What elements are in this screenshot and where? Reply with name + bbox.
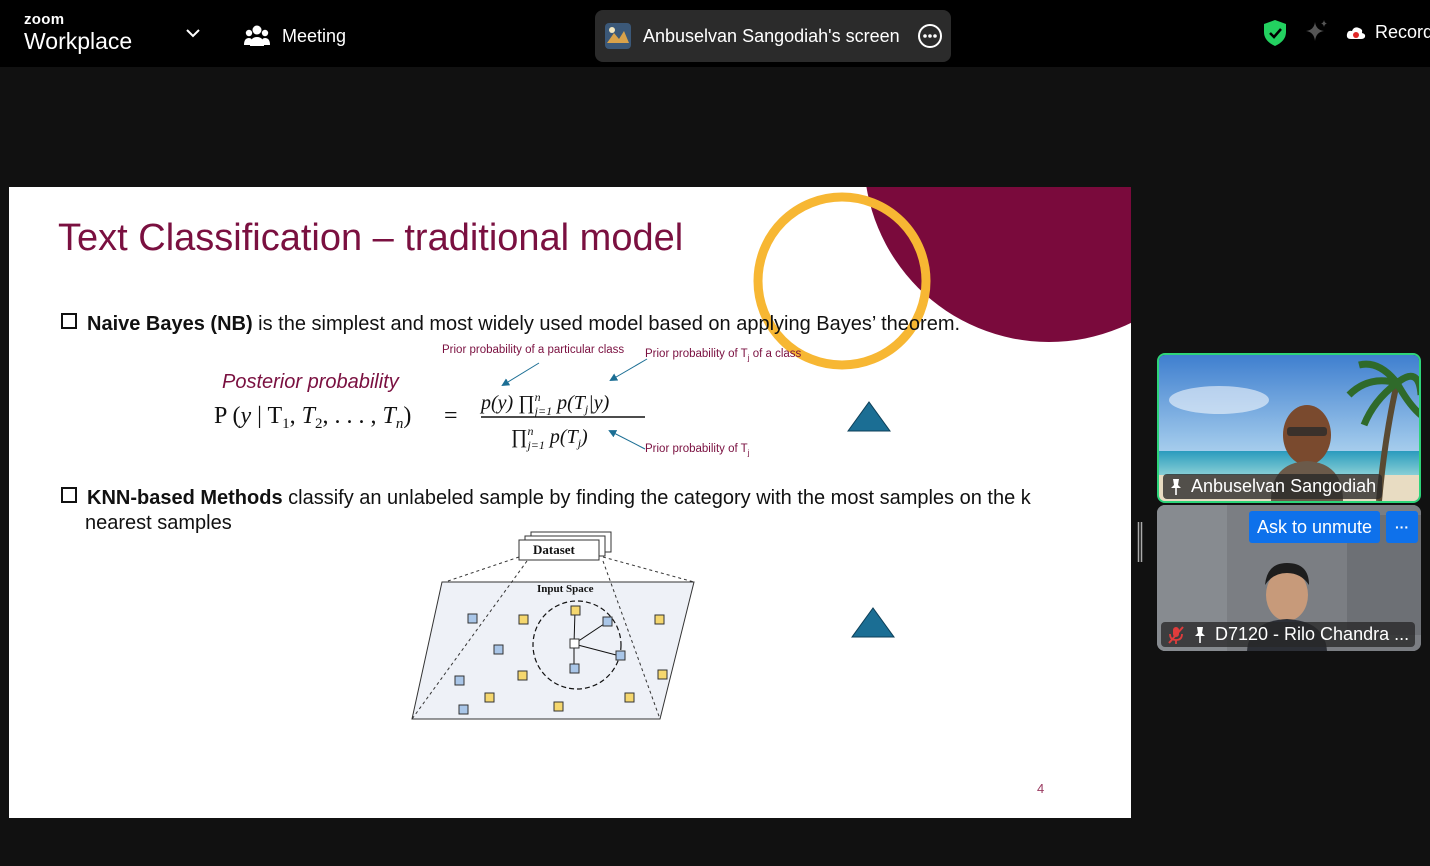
knn-diagram: Dataset Input Space bbox=[411, 531, 695, 720]
bayes-formula: P (y | T1, T2, . . . , Tn) = p(y) ∏n j=1 … bbox=[214, 390, 645, 452]
more-options-icon[interactable] bbox=[917, 23, 943, 49]
security-shield-icon[interactable] bbox=[1262, 19, 1288, 47]
video-tile-participant[interactable]: Ask to unmute ··· D7120 - Rilo Chandra .… bbox=[1157, 505, 1421, 651]
pin-icon bbox=[1171, 478, 1181, 495]
muted-mic-icon bbox=[1168, 625, 1184, 644]
meeting-label: Meeting bbox=[282, 25, 347, 46]
video-tile-speaker[interactable]: Anbuselvan Sangodiah bbox=[1157, 353, 1421, 503]
bullet2-bold: KNN-based Methods bbox=[87, 487, 283, 509]
share-label: Anbuselvan Sangodiah's screen bbox=[643, 25, 900, 46]
dataset-label: Dataset bbox=[533, 542, 576, 557]
meeting-menu-button[interactable]: Meeting bbox=[244, 22, 346, 50]
participants-icon bbox=[244, 25, 270, 46]
slide-page-number: 4 bbox=[1037, 781, 1045, 796]
chevron-down-icon[interactable] bbox=[184, 24, 202, 42]
shared-slide: Text Classification – traditional model … bbox=[9, 187, 1131, 818]
zoom-logo: zoom Workplace bbox=[24, 11, 133, 55]
record-button[interactable]: Record bbox=[1346, 22, 1430, 43]
top-bar: zoom Workplace Meeting Anbuselvan Sangod… bbox=[0, 0, 1430, 67]
sharer-avatar-icon bbox=[605, 23, 631, 49]
svg-text:∏nj=1 p(Tj): ∏n j=1 p(Tj) bbox=[511, 424, 588, 452]
triangle-shape bbox=[847, 401, 891, 432]
participant-name: Anbuselvan Sangodiah bbox=[1191, 476, 1377, 496]
svg-text:p(y) ∏nj=1 p(Tj|y): p(y) ∏n j=1 p(Tj|y) bbox=[479, 390, 610, 418]
pin-icon bbox=[1195, 626, 1205, 643]
checkbox-bullet-icon bbox=[61, 487, 77, 503]
input-space-label: Input Space bbox=[537, 583, 594, 595]
participant-name-tag: Anbuselvan Sangodiah bbox=[1163, 474, 1383, 499]
ask-to-unmute-button[interactable]: Ask to unmute bbox=[1249, 511, 1380, 543]
cloud-record-icon bbox=[1346, 26, 1366, 39]
brand-big: Workplace bbox=[24, 28, 133, 54]
bullet2-text: classify an unlabeled sample by finding … bbox=[282, 487, 1031, 509]
brand-small: zoom bbox=[24, 11, 65, 28]
ai-companion-icon[interactable] bbox=[1303, 19, 1329, 45]
participant-name: D7120 - Rilo Chandra ... bbox=[1215, 624, 1410, 644]
triangle-shape bbox=[851, 607, 895, 638]
svg-text:P (y | T1, T2, . . . , Tn): P (y | T1, T2, . . . , Tn) bbox=[214, 403, 411, 432]
participant-name-tag: D7120 - Rilo Chandra ... bbox=[1161, 622, 1416, 647]
screen-share-indicator[interactable]: Anbuselvan Sangodiah's screen bbox=[595, 10, 951, 62]
panel-resize-handle[interactable] bbox=[1137, 522, 1143, 562]
participant-more-button[interactable]: ··· bbox=[1386, 511, 1418, 543]
record-label: Record bbox=[1375, 22, 1430, 42]
svg-text:=: = bbox=[444, 403, 458, 429]
